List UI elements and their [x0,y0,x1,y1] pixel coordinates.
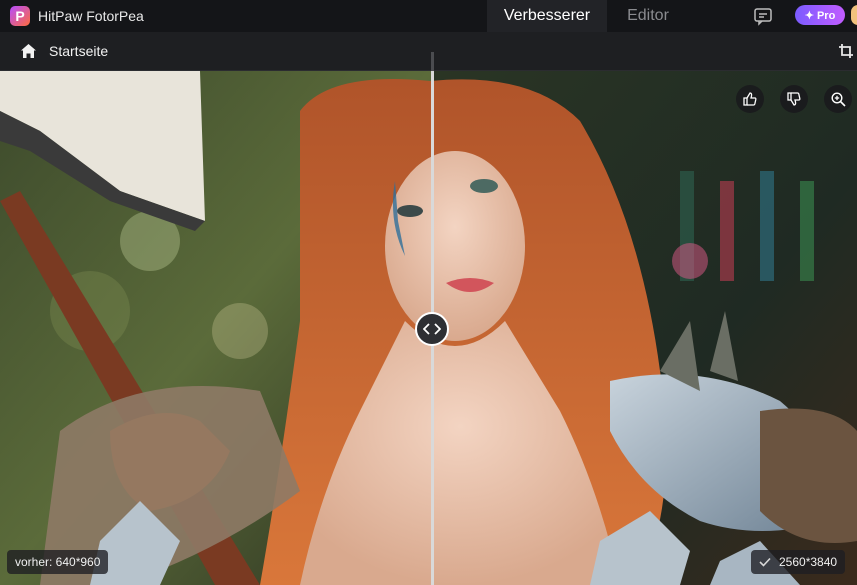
avatar[interactable] [851,5,857,25]
dislike-button[interactable] [780,85,808,113]
nav-bar: Startseite [0,32,857,71]
image-viewer: vorher: 640*960 2560*3840 [0,71,857,585]
title-bar: P HitPaw FotorPea Verbesserer Editor ✦ P… [0,0,857,32]
before-resolution-label: vorher: 640*960 [7,550,109,574]
compare-arrows-icon [423,323,441,335]
home-link[interactable]: Startseite [49,43,108,59]
zoom-in-button[interactable] [824,85,852,113]
compare-divider-top [431,52,434,71]
crop-icon[interactable] [838,43,854,59]
app-logo-icon: P [10,6,30,26]
tab-verbesserer[interactable]: Verbesserer [487,0,607,32]
after-resolution-label: 2560*3840 [751,550,846,574]
thumbs-up-icon [743,92,757,106]
check-icon [759,557,771,567]
compare-handle[interactable] [415,312,449,346]
after-resolution-text: 2560*3840 [779,555,838,569]
zoom-in-icon [830,91,846,107]
chat-icon[interactable] [753,6,773,26]
home-icon[interactable] [20,43,37,59]
thumbs-down-icon [787,92,801,106]
like-button[interactable] [736,85,764,113]
app-name: HitPaw FotorPea [38,8,144,24]
tab-editor[interactable]: Editor [607,0,689,32]
pro-badge-button[interactable]: ✦ Pro [795,5,845,25]
